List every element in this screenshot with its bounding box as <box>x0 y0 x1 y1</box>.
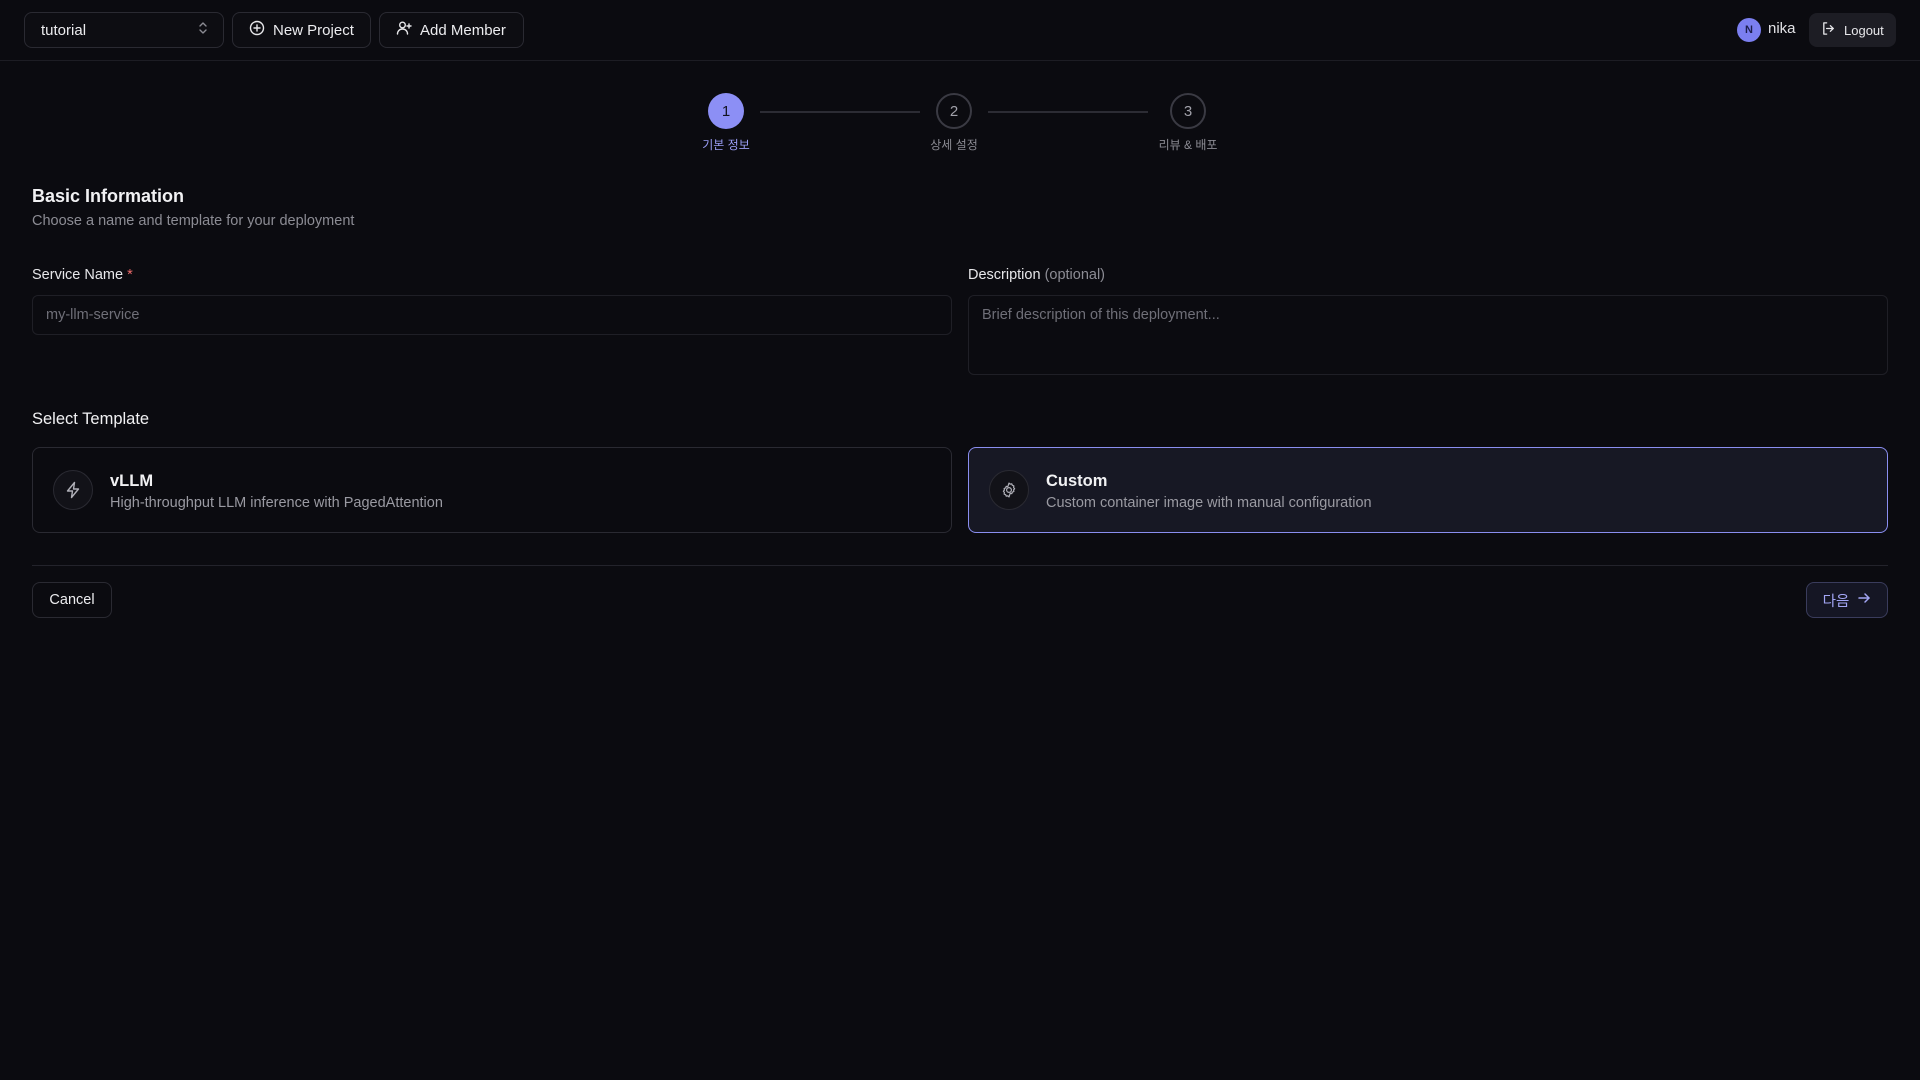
add-member-label: Add Member <box>420 21 506 39</box>
service-name-label-text: Service Name <box>32 267 124 283</box>
description-label-text: Description <box>968 267 1041 283</box>
new-project-label: New Project <box>273 21 354 39</box>
template-card-vllm[interactable]: vLLM High-throughput LLM inference with … <box>32 447 952 533</box>
template-description: High-throughput LLM inference with Paged… <box>110 495 443 511</box>
description-label: Description (optional) <box>968 267 1105 283</box>
step-connector-1 <box>760 111 920 113</box>
step-3-circle: 3 <box>1170 93 1206 129</box>
next-button[interactable]: 다음 <box>1806 582 1888 618</box>
step-1-label: 기본 정보 <box>702 138 750 152</box>
cancel-button[interactable]: Cancel <box>32 582 112 618</box>
required-mark: * <box>127 267 133 283</box>
step-2-label: 상세 설정 <box>930 138 978 152</box>
arrow-right-icon <box>1857 591 1871 609</box>
project-selector-label: tutorial <box>41 21 87 39</box>
service-name-input[interactable] <box>32 295 952 335</box>
add-member-button[interactable]: Add Member <box>379 12 524 48</box>
template-name: Custom <box>1046 472 1108 490</box>
template-name: vLLM <box>110 472 154 490</box>
new-project-button[interactable]: New Project <box>232 12 371 48</box>
top-bar: tutorial New Project Add Member N nika L… <box>0 0 1920 61</box>
select-template-title: Select Template <box>32 410 150 428</box>
step-2-circle: 2 <box>936 93 972 129</box>
footer-divider <box>32 565 1888 566</box>
logout-button[interactable]: Logout <box>1809 13 1896 47</box>
step-connector-2 <box>988 111 1148 113</box>
description-textarea[interactable] <box>968 295 1888 375</box>
section-subtitle: Choose a name and template for your depl… <box>32 213 355 229</box>
user-plus-icon <box>396 20 412 40</box>
next-button-label: 다음 <box>1822 593 1850 610</box>
gear-icon <box>989 470 1029 510</box>
step-3-label: 리뷰 & 배포 <box>1158 138 1218 152</box>
username: nika <box>1768 20 1796 37</box>
description-optional-note: (optional) <box>1044 267 1106 283</box>
template-card-custom[interactable]: Custom Custom container image with manua… <box>968 447 1888 533</box>
plus-circle-icon <box>249 20 265 40</box>
logout-label: Logout <box>1844 22 1884 38</box>
logout-icon <box>1821 21 1836 39</box>
lightning-icon <box>53 470 93 510</box>
section-title: Basic Information <box>32 186 185 206</box>
avatar[interactable]: N <box>1737 18 1761 42</box>
template-description: Custom container image with manual confi… <box>1046 495 1372 511</box>
chevron-up-down-icon <box>197 21 209 39</box>
project-selector[interactable]: tutorial <box>24 12 224 48</box>
service-name-label: Service Name * <box>32 267 133 283</box>
step-1-circle: 1 <box>708 93 744 129</box>
